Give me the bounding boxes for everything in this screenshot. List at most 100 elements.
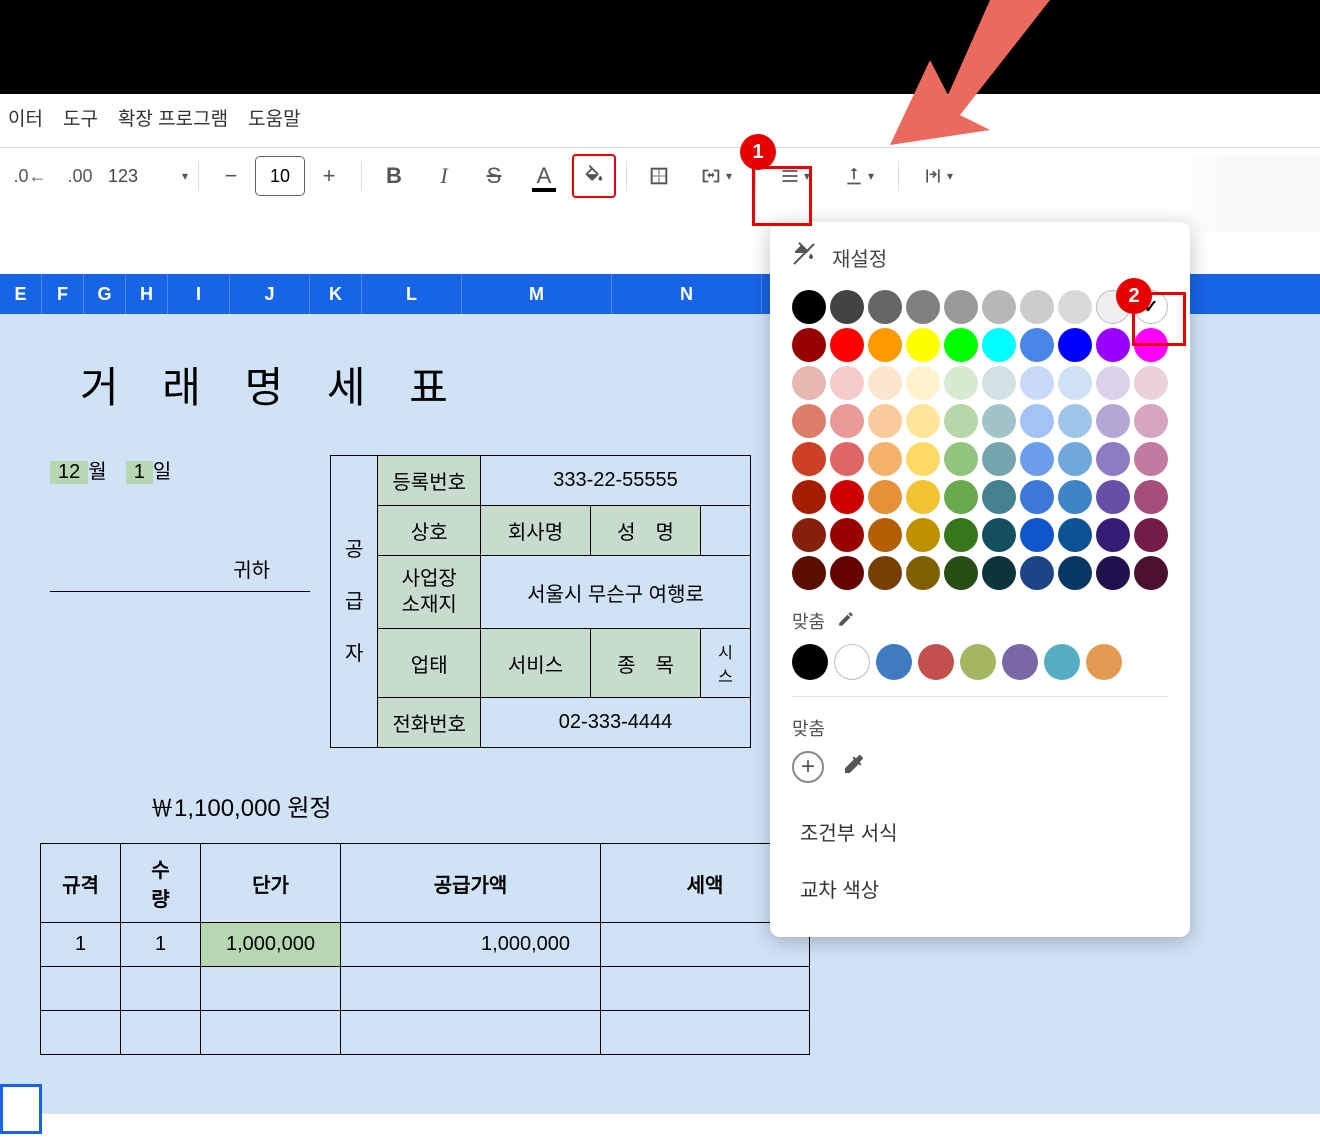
col-header[interactable]: K bbox=[310, 274, 362, 314]
color-swatch[interactable] bbox=[830, 404, 864, 438]
font-size-decrease-button[interactable]: − bbox=[209, 154, 253, 198]
color-swatch[interactable] bbox=[868, 480, 902, 514]
color-swatch[interactable] bbox=[906, 290, 940, 324]
color-swatch[interactable] bbox=[944, 328, 978, 362]
color-swatch[interactable] bbox=[1058, 442, 1092, 476]
menu-data[interactable]: 이터 bbox=[8, 104, 43, 131]
number-format-dropdown[interactable]: 123 ▾ bbox=[108, 166, 188, 187]
color-swatch[interactable] bbox=[982, 290, 1016, 324]
table-row[interactable]: 1 1 1,000,000 1,000,000 bbox=[41, 923, 810, 967]
col-header[interactable]: L bbox=[362, 274, 462, 314]
table-row[interactable] bbox=[41, 1011, 810, 1055]
alternating-colors-menu[interactable]: 교차 색상 bbox=[792, 860, 1168, 917]
color-swatch[interactable] bbox=[830, 480, 864, 514]
color-swatch[interactable] bbox=[1020, 480, 1054, 514]
color-swatch[interactable] bbox=[1134, 556, 1168, 590]
col-header[interactable]: E bbox=[0, 274, 42, 314]
conditional-formatting-menu[interactable]: 조건부 서식 bbox=[792, 803, 1168, 860]
theme-color-swatch[interactable] bbox=[792, 644, 828, 680]
color-swatch[interactable] bbox=[868, 328, 902, 362]
color-swatch[interactable] bbox=[830, 556, 864, 590]
color-swatch[interactable] bbox=[1058, 290, 1092, 324]
bold-button[interactable]: B bbox=[372, 154, 416, 198]
color-swatch[interactable] bbox=[1058, 366, 1092, 400]
color-swatch[interactable] bbox=[982, 366, 1016, 400]
color-swatch[interactable] bbox=[1096, 328, 1130, 362]
menu-tools[interactable]: 도구 bbox=[63, 104, 98, 131]
color-swatch[interactable] bbox=[1020, 404, 1054, 438]
color-swatch[interactable] bbox=[944, 518, 978, 552]
color-swatch[interactable] bbox=[1134, 404, 1168, 438]
color-swatch[interactable] bbox=[1058, 480, 1092, 514]
color-swatch[interactable] bbox=[1134, 366, 1168, 400]
table-row[interactable] bbox=[41, 967, 810, 1011]
theme-color-swatch[interactable] bbox=[1044, 644, 1080, 680]
color-swatch[interactable] bbox=[792, 328, 826, 362]
color-swatch[interactable] bbox=[1058, 328, 1092, 362]
reset-icon[interactable] bbox=[792, 242, 816, 272]
theme-color-swatch[interactable] bbox=[834, 644, 870, 680]
color-swatch[interactable] bbox=[982, 404, 1016, 438]
menu-extensions[interactable]: 확장 프로그램 bbox=[118, 104, 228, 131]
col-header[interactable]: J bbox=[230, 274, 310, 314]
italic-button[interactable]: I bbox=[422, 154, 466, 198]
color-swatch[interactable] bbox=[792, 480, 826, 514]
color-swatch[interactable] bbox=[906, 404, 940, 438]
color-swatch[interactable] bbox=[982, 328, 1016, 362]
text-color-button[interactable]: A bbox=[522, 154, 566, 198]
color-swatch[interactable] bbox=[1096, 480, 1130, 514]
color-swatch[interactable] bbox=[982, 480, 1016, 514]
strikethrough-button[interactable]: S bbox=[472, 154, 516, 198]
color-swatch[interactable] bbox=[868, 518, 902, 552]
color-swatch[interactable] bbox=[792, 290, 826, 324]
col-header[interactable]: M bbox=[462, 274, 612, 314]
color-swatch[interactable] bbox=[1096, 518, 1130, 552]
color-swatch[interactable] bbox=[792, 404, 826, 438]
color-swatch[interactable] bbox=[944, 556, 978, 590]
color-swatch[interactable] bbox=[868, 556, 902, 590]
color-swatch[interactable] bbox=[1096, 404, 1130, 438]
color-swatch[interactable] bbox=[906, 442, 940, 476]
col-header[interactable]: F bbox=[42, 274, 84, 314]
eyedropper-button[interactable] bbox=[842, 752, 866, 783]
color-swatch[interactable] bbox=[1134, 480, 1168, 514]
borders-button[interactable] bbox=[637, 154, 681, 198]
font-size-input[interactable]: 10 bbox=[255, 156, 305, 196]
color-swatch[interactable] bbox=[1096, 366, 1130, 400]
color-swatch[interactable] bbox=[1020, 328, 1054, 362]
color-swatch[interactable] bbox=[868, 290, 902, 324]
color-swatch[interactable] bbox=[944, 290, 978, 324]
color-swatch[interactable] bbox=[982, 518, 1016, 552]
theme-color-swatch[interactable] bbox=[1002, 644, 1038, 680]
color-swatch[interactable] bbox=[944, 366, 978, 400]
fill-color-button[interactable] bbox=[572, 154, 616, 198]
color-swatch[interactable] bbox=[906, 328, 940, 362]
col-header[interactable]: G bbox=[84, 274, 126, 314]
color-swatch[interactable] bbox=[982, 556, 1016, 590]
color-swatch[interactable] bbox=[1058, 556, 1092, 590]
color-swatch[interactable] bbox=[1134, 442, 1168, 476]
color-swatch[interactable] bbox=[1020, 556, 1054, 590]
col-header[interactable]: I bbox=[168, 274, 230, 314]
edit-icon[interactable] bbox=[837, 610, 855, 633]
color-swatch[interactable] bbox=[906, 366, 940, 400]
color-swatch[interactable] bbox=[1134, 328, 1168, 362]
color-swatch[interactable] bbox=[868, 366, 902, 400]
text-wrap-button[interactable]: ▾ bbox=[909, 154, 967, 198]
color-swatch[interactable] bbox=[1020, 442, 1054, 476]
color-swatch[interactable] bbox=[792, 442, 826, 476]
color-swatch[interactable] bbox=[792, 366, 826, 400]
color-swatch[interactable] bbox=[830, 366, 864, 400]
v-align-button[interactable]: ▾ bbox=[830, 154, 888, 198]
h-align-button[interactable]: ▾ bbox=[766, 154, 824, 198]
font-size-increase-button[interactable]: + bbox=[307, 154, 351, 198]
theme-color-swatch[interactable] bbox=[918, 644, 954, 680]
color-swatch[interactable] bbox=[868, 442, 902, 476]
color-swatch[interactable] bbox=[906, 556, 940, 590]
color-swatch[interactable] bbox=[792, 518, 826, 552]
color-swatch[interactable] bbox=[1020, 366, 1054, 400]
reset-label[interactable]: 재설정 bbox=[832, 243, 887, 272]
merge-cells-button[interactable]: ▾ bbox=[687, 154, 745, 198]
color-swatch[interactable] bbox=[1058, 518, 1092, 552]
color-swatch[interactable] bbox=[944, 404, 978, 438]
